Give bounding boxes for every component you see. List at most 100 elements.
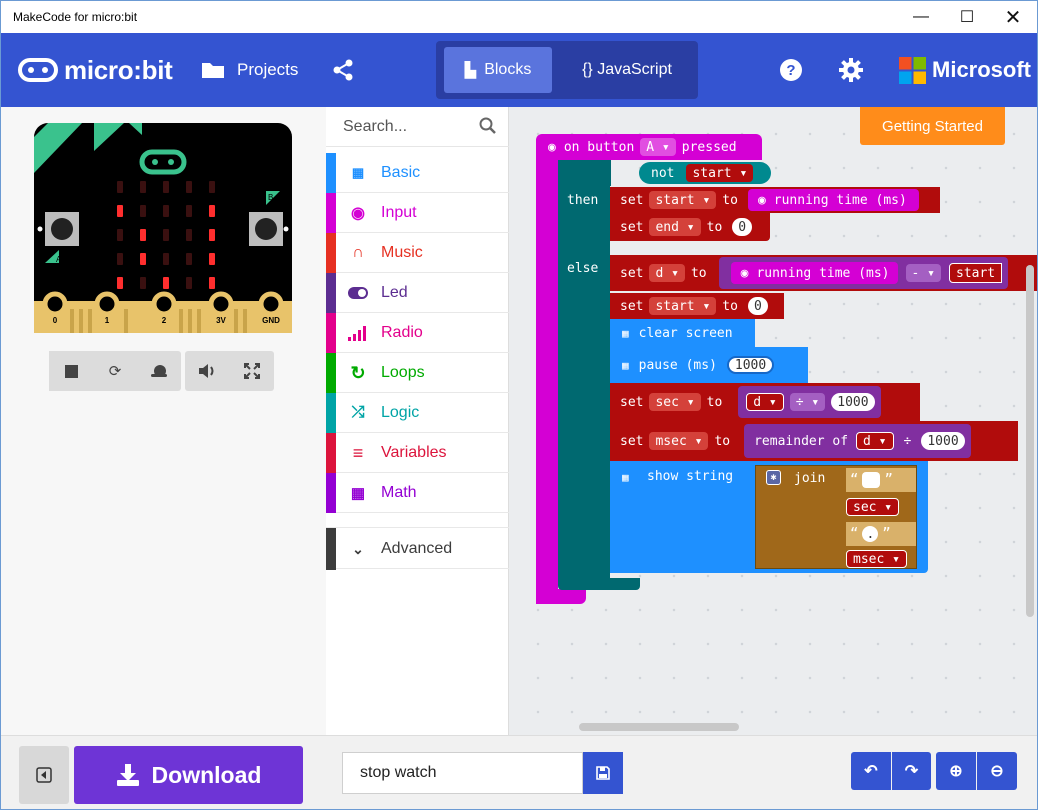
set-d-block[interactable]: set d ▾ to ◉ running time (ms) - ▾ start: [610, 255, 1037, 291]
mute-button[interactable]: [185, 351, 229, 391]
not-block[interactable]: not start ▾: [639, 162, 771, 184]
variable-dropdown[interactable]: msec ▾: [846, 550, 907, 568]
variable-start-dropdown[interactable]: start ▾: [686, 164, 754, 182]
toolbox-category-led[interactable]: Led: [326, 273, 509, 313]
toolbox-category-input[interactable]: ◉ Input: [326, 193, 509, 233]
variable-dropdown[interactable]: end ▾: [649, 218, 701, 236]
close-icon[interactable]: ✕: [990, 1, 1036, 33]
signal-icon: [348, 324, 368, 342]
event-block-spine: [536, 160, 558, 604]
minimize-icon[interactable]: —: [898, 1, 944, 33]
redo-button[interactable]: ↷: [892, 752, 931, 790]
microsoft-logo-icon: [899, 56, 926, 84]
undo-button[interactable]: ↶: [851, 752, 891, 790]
toolbox-category-math[interactable]: ▦ Math: [326, 473, 509, 513]
to-label: to: [706, 394, 723, 410]
microsoft-logo[interactable]: Microsoft: [899, 54, 1031, 86]
microbit-simulator[interactable]: A B 0 1 2 3V GND: [34, 123, 292, 333]
set-label: set: [620, 192, 644, 208]
tab-blocks[interactable]: ▙ Blocks: [444, 47, 552, 93]
toolbox-category-basic[interactable]: ▦ Basic: [326, 153, 509, 193]
variable-dropdown[interactable]: sec ▾: [846, 498, 900, 516]
restart-button[interactable]: ⟳: [93, 351, 137, 391]
running-time-block[interactable]: ◉ running time (ms): [747, 189, 919, 211]
vertical-scrollbar[interactable]: [1026, 265, 1034, 617]
tab-javascript[interactable]: {} JavaScript: [562, 47, 692, 93]
clear-screen-block[interactable]: ▦ clear screen: [610, 319, 755, 347]
set-label: set: [620, 433, 644, 449]
share-button[interactable]: [331, 57, 355, 83]
set-end-block[interactable]: set end ▾ to 0: [610, 213, 770, 241]
set-sec-block[interactable]: set sec ▾ to d ▾ ÷ ▾ 1000: [610, 383, 920, 421]
horizontal-scrollbar[interactable]: [579, 723, 739, 731]
save-button[interactable]: [583, 752, 623, 794]
set-start-zero-block[interactable]: set start ▾ to 0: [610, 293, 784, 319]
microbit-logo-icon: [18, 58, 58, 82]
variable-dropdown[interactable]: sec ▾: [649, 393, 701, 411]
set-label: set: [620, 298, 644, 314]
show-string-block[interactable]: ▦ show string ✱ join “” sec ▾ “.” msec ▾: [610, 461, 928, 573]
variable-dropdown[interactable]: d ▾: [856, 432, 894, 450]
button-dropdown[interactable]: A ▾: [640, 138, 676, 156]
slow-mode-button[interactable]: [137, 351, 181, 391]
minus-block[interactable]: ◉ running time (ms) - ▾ start: [718, 257, 1009, 289]
number-input[interactable]: 0: [732, 218, 753, 236]
join-block[interactable]: ✱ join “” sec ▾ “.” msec ▾: [755, 465, 917, 569]
zoom-out-button[interactable]: ⊖: [977, 752, 1017, 790]
toolbox-category-loops[interactable]: ↻ Loops: [326, 353, 509, 393]
app-window: MakeCode for micro:bit — ☐ ✕ micro:bit P…: [0, 0, 1038, 810]
set-msec-block[interactable]: set msec ▾ to remainder of d ▾ ÷ 1000: [610, 421, 1018, 461]
gear-icon[interactable]: ✱: [766, 470, 781, 485]
menu-bar: micro:bit Projects ▙ Blocks {} JavaScrip…: [1, 33, 1037, 107]
maximize-icon[interactable]: ☐: [944, 1, 990, 33]
zoom-in-button[interactable]: ⊕: [936, 752, 976, 790]
blocks-workspace[interactable]: Getting Started ◉ on button A ▾ pressed …: [509, 107, 1037, 735]
number-input[interactable]: 1000: [831, 393, 875, 411]
category-color-bar: [326, 393, 336, 433]
operator-dropdown[interactable]: - ▾: [905, 264, 941, 282]
toolbox-category-advanced[interactable]: ⌄ Advanced: [326, 527, 509, 570]
variable-dropdown[interactable]: start ▾: [649, 297, 717, 315]
toolbox-search[interactable]: Search...: [326, 107, 509, 147]
toolbox-category-music[interactable]: ∩ Music: [326, 233, 509, 273]
collapse-simulator-button[interactable]: [19, 746, 69, 804]
variable-dropdown[interactable]: msec ▾: [649, 432, 709, 450]
toolbox-category-logic[interactable]: ⤮ Logic: [326, 393, 509, 433]
help-button[interactable]: ?: [779, 58, 803, 82]
number-input[interactable]: 0: [747, 297, 768, 315]
category-label: Input: [381, 204, 417, 221]
stop-button[interactable]: [49, 351, 93, 391]
snail-icon: [151, 365, 167, 377]
search-input[interactable]: Search...: [343, 118, 407, 136]
project-name-input[interactable]: stop watch: [342, 752, 583, 794]
fullscreen-button[interactable]: [229, 351, 274, 391]
pin-label-3v: 3V: [216, 316, 226, 325]
variable-dropdown[interactable]: d ▾: [649, 264, 685, 282]
download-button[interactable]: Download: [74, 746, 303, 804]
microbit-logo[interactable]: micro:bit: [18, 54, 173, 86]
join-label: join: [794, 471, 826, 486]
remainder-label: remainder of: [754, 433, 849, 449]
volume-icon: [199, 364, 214, 378]
search-icon[interactable]: [479, 117, 497, 135]
variable-dropdown[interactable]: d ▾: [746, 393, 784, 411]
projects-button[interactable]: Projects: [201, 57, 298, 83]
toolbox-category-variables[interactable]: ≡ Variables: [326, 433, 509, 473]
grid-icon: ▦: [622, 358, 629, 372]
number-input[interactable]: 1000: [726, 356, 775, 374]
number-input[interactable]: 1000: [921, 432, 965, 450]
variable-start-dropdown[interactable]: start: [949, 263, 1003, 283]
string-block[interactable]: “.”: [846, 522, 916, 546]
getting-started-button[interactable]: Getting Started: [860, 107, 1005, 145]
operator-dropdown[interactable]: ÷ ▾: [789, 393, 826, 411]
remainder-block[interactable]: remainder of d ▾ ÷ 1000: [744, 424, 971, 458]
pause-block[interactable]: ▦ pause (ms) 1000: [610, 347, 808, 383]
running-time-block[interactable]: ◉ running time (ms): [730, 262, 898, 284]
variable-dropdown[interactable]: start ▾: [649, 191, 717, 209]
string-block[interactable]: “”: [846, 468, 916, 492]
set-start-block[interactable]: set start ▾ to ◉ running time (ms): [610, 187, 940, 213]
divide-block[interactable]: d ▾ ÷ ▾ 1000: [738, 386, 881, 418]
settings-button[interactable]: [839, 58, 863, 82]
on-button-pressed-block[interactable]: ◉ on button A ▾ pressed: [536, 134, 762, 160]
toolbox-category-radio[interactable]: Radio: [326, 313, 509, 353]
